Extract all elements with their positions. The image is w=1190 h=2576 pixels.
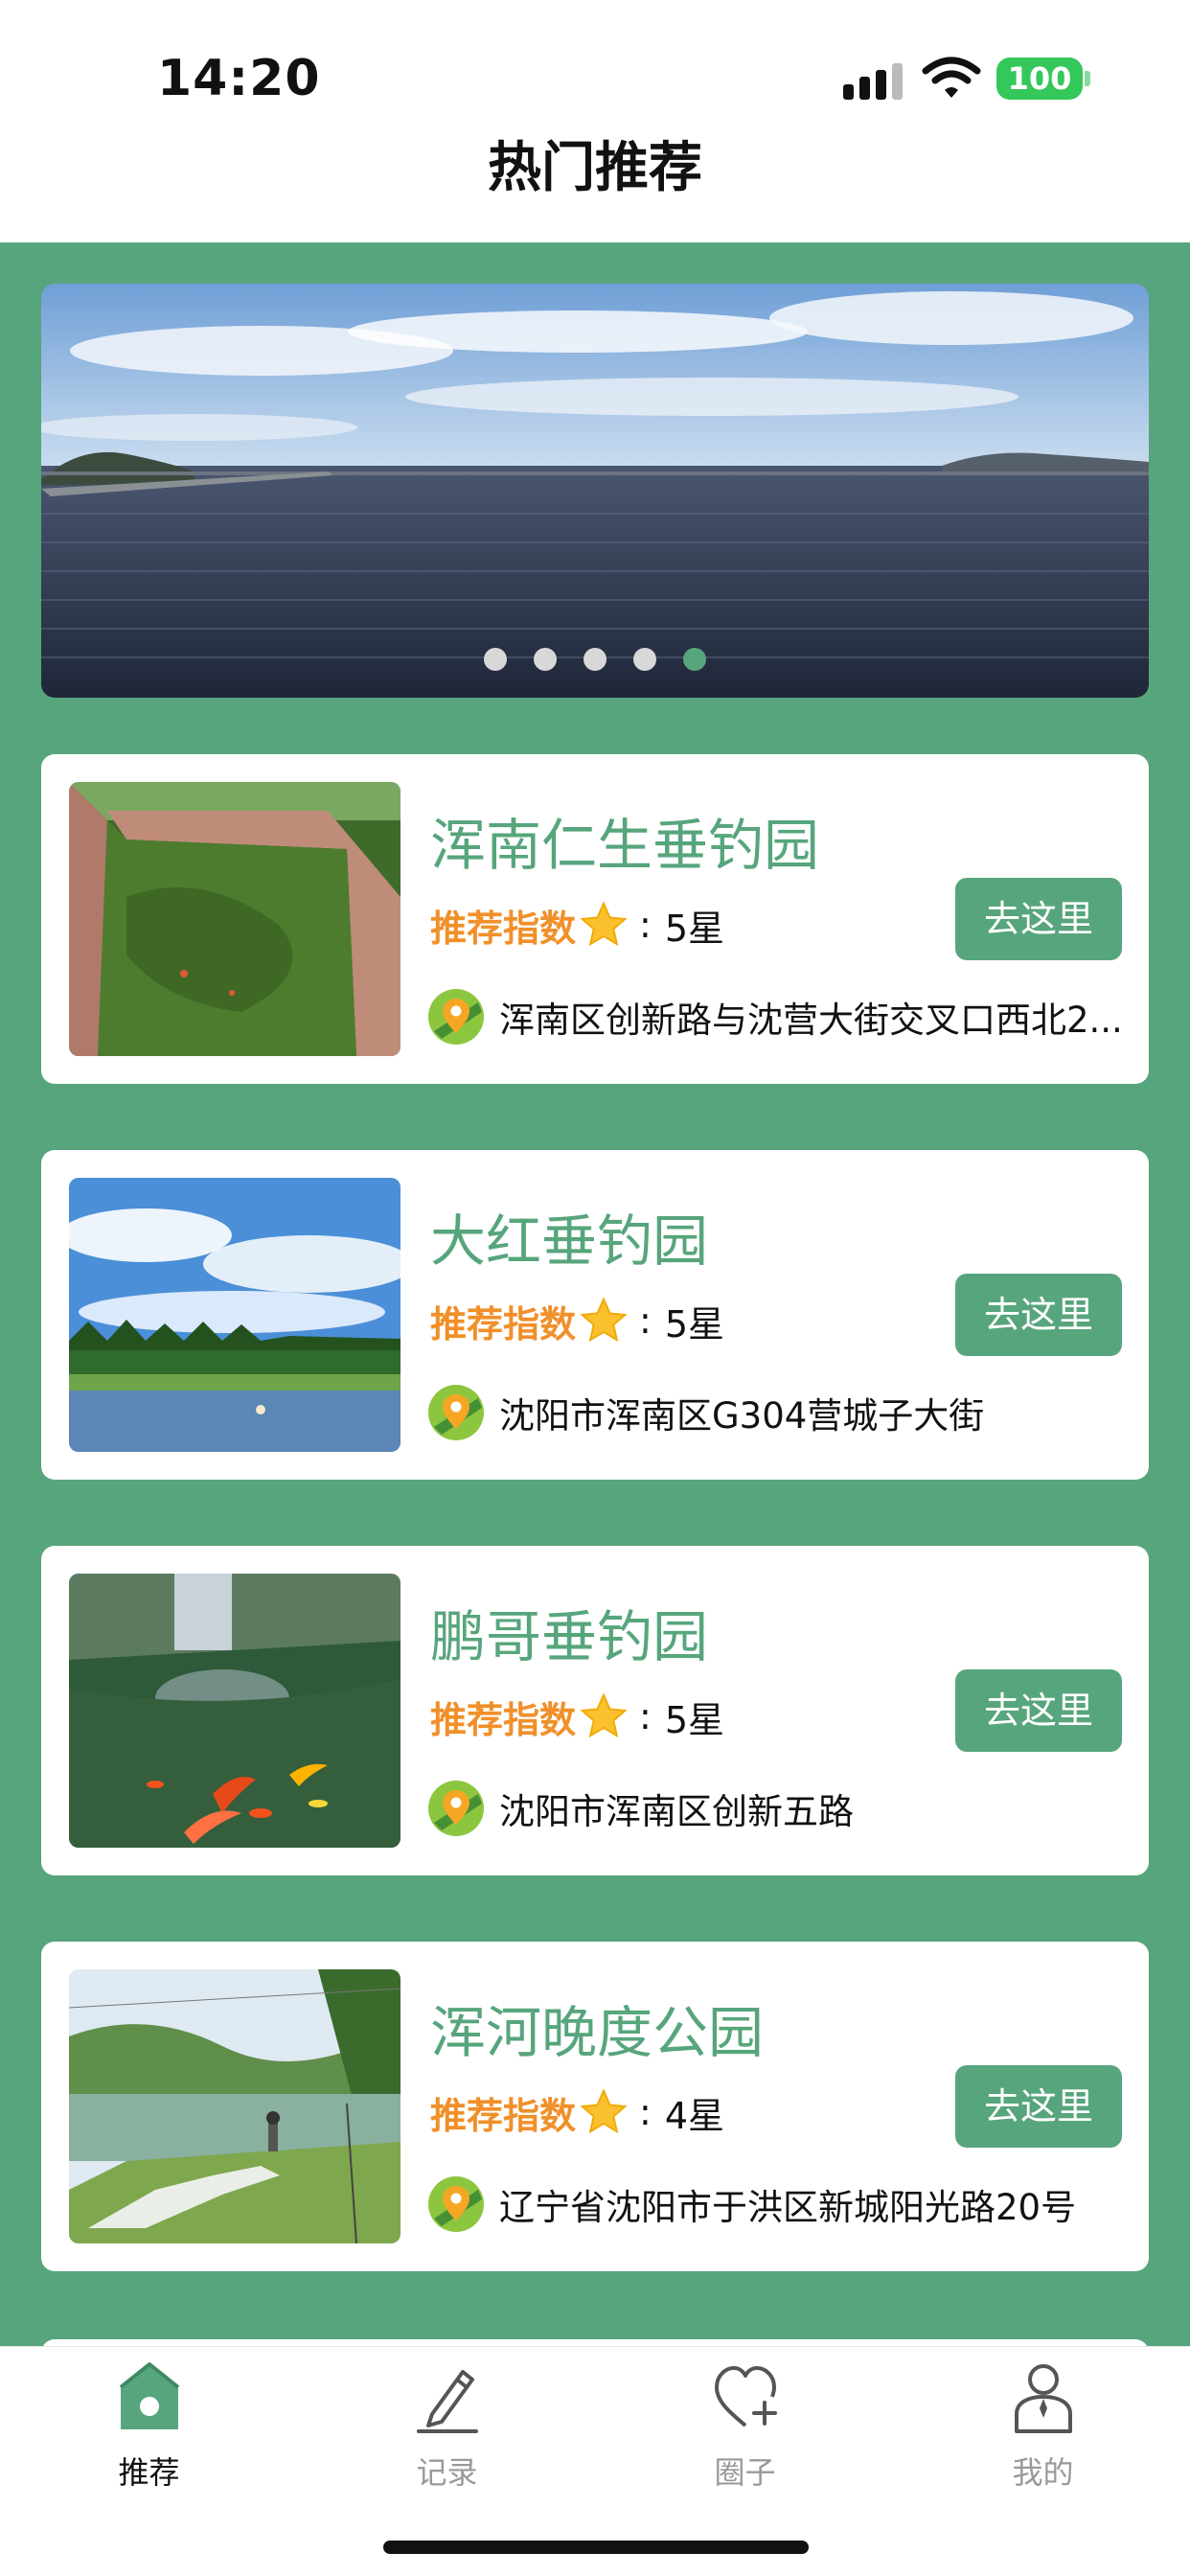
tab-label: 推荐 [118,2454,180,2491]
home-indicator[interactable] [383,2541,809,2554]
star-icon [580,2088,628,2134]
go-here-button[interactable]: 去这里 [955,2065,1122,2148]
carousel-dot[interactable] [484,648,507,671]
rating-colon: : [639,1695,652,1737]
carousel-dot[interactable] [683,648,706,671]
spot-address[interactable]: 沈阳市浑南区创新五路 [428,1780,1137,1837]
spot-thumbnail [69,1969,400,2243]
rating-colon: : [639,904,652,946]
star-icon [580,1692,628,1738]
spot-thumbnail [69,782,400,1056]
address-text: 浑南区创新路与沈营大街交叉口西北2... [499,1000,1123,1041]
spot-thumbnail [69,1178,400,1452]
spot-rating: 推荐指数 : 4星 [430,2083,724,2141]
rating-colon: : [639,1300,652,1342]
home-icon [119,2362,180,2429]
spot-card[interactable]: 鹏哥垂钓园 推荐指数 : 5星 去这里 沈阳市浑南区创新五路 [41,1546,1149,1875]
app-screen: 14:20 100 热门推荐 浑南仁生垂钓园 推荐指数: 5星 去这里 浑南区… [0,0,1190,2576]
carousel-indicator[interactable] [41,648,1149,671]
rating-value: 5星 [664,1302,725,1346]
map-pin-icon [428,1781,484,1836]
spot-address[interactable]: 浑南区创新路与沈营大街交叉口西北2... [428,988,1137,1046]
cellular-signal-icon [843,63,904,100]
rating-colon: : [639,2091,652,2133]
go-here-button[interactable]: 去这里 [955,1669,1122,1752]
tab-label: 我的 [1012,2454,1074,2491]
map-pin-icon [428,1385,484,1440]
pencil-icon [417,2370,478,2433]
page-title: 热门推荐 [488,137,702,199]
spot-address[interactable]: 沈阳市浑南区G304营城子大街 [428,1384,1137,1441]
star-icon [580,1297,628,1343]
banner-carousel[interactable] [41,284,1149,698]
carousel-dot[interactable] [633,648,656,671]
tab-circle[interactable]: 圈子 [596,2347,894,2510]
go-here-button[interactable]: 去这里 [955,1274,1122,1356]
rating-value: 4星 [664,2094,725,2137]
spot-address[interactable]: 辽宁省沈阳市于洪区新城阳光路20号 [428,2175,1137,2233]
rating-value: 5星 [664,907,725,950]
address-text: 沈阳市浑南区创新五路 [499,1791,854,1832]
spot-rating: 推荐指数 : 5星 [430,896,724,954]
spot-name[interactable]: 浑南仁生垂钓园 [430,800,819,881]
spot-rating: 推荐指数 : 5星 [430,1688,724,1745]
status-time: 14:20 [157,50,321,107]
battery-tip [1085,71,1090,86]
spot-name[interactable]: 大红垂钓园 [430,1196,708,1276]
spot-card[interactable]: 浑河晚度公园 推荐指数 : 4星 去这里 辽宁省沈阳市于洪区新城阳光路20号 [41,1942,1149,2271]
recommendation-list[interactable]: 浑南仁生垂钓园 推荐指数 : 5星 去这里 浑南区创新路与沈营大街交叉口西北2.… [0,242,1190,2378]
battery-indicator: 100 [996,58,1083,100]
star-icon [580,901,628,947]
user-icon [1015,2364,1072,2433]
rating-label: 推荐指数 [430,1302,577,1346]
spot-card[interactable]: 浑南仁生垂钓园 推荐指数 : 5星 去这里 浑南区创新路与沈营大街交叉口西北2.… [41,754,1149,1084]
spot-card[interactable]: 大红垂钓园 推荐指数 : 5星 去这里 沈阳市浑南区G304营城子大街 [41,1150,1149,1480]
spot-thumbnail [69,1574,400,1848]
spot-name[interactable]: 浑河晚度公园 [430,1988,764,2068]
go-here-button[interactable]: 去这里 [955,878,1122,960]
address-text: 沈阳市浑南区G304营城子大街 [499,1395,985,1437]
tab-recommend[interactable]: 推荐 [0,2347,298,2510]
tab-records[interactable]: 记录 [298,2347,596,2510]
carousel-dot[interactable] [584,648,606,671]
spot-rating: 推荐指数 : 5星 [430,1292,724,1349]
rating-label: 推荐指数 [430,1698,577,1741]
rating-value: 5星 [664,1698,725,1741]
map-pin-icon [428,2176,484,2232]
tab-profile[interactable]: 我的 [894,2347,1190,2510]
map-pin-icon [428,989,484,1045]
address-text: 辽宁省沈阳市于洪区新城阳光路20号 [499,2187,1077,2228]
status-bar: 14:20 100 [0,0,1190,144]
rating-label: 推荐指数 [430,907,577,950]
rating-label: 推荐指数 [430,2094,577,2137]
carousel-dot[interactable] [534,648,557,671]
tab-label: 记录 [416,2454,478,2491]
tab-label: 圈子 [714,2454,776,2491]
banner-lake-image [41,284,1149,698]
wifi-icon [922,57,981,98]
heart-plus-icon [715,2366,777,2427]
spot-name[interactable]: 鹏哥垂钓园 [430,1592,708,1672]
